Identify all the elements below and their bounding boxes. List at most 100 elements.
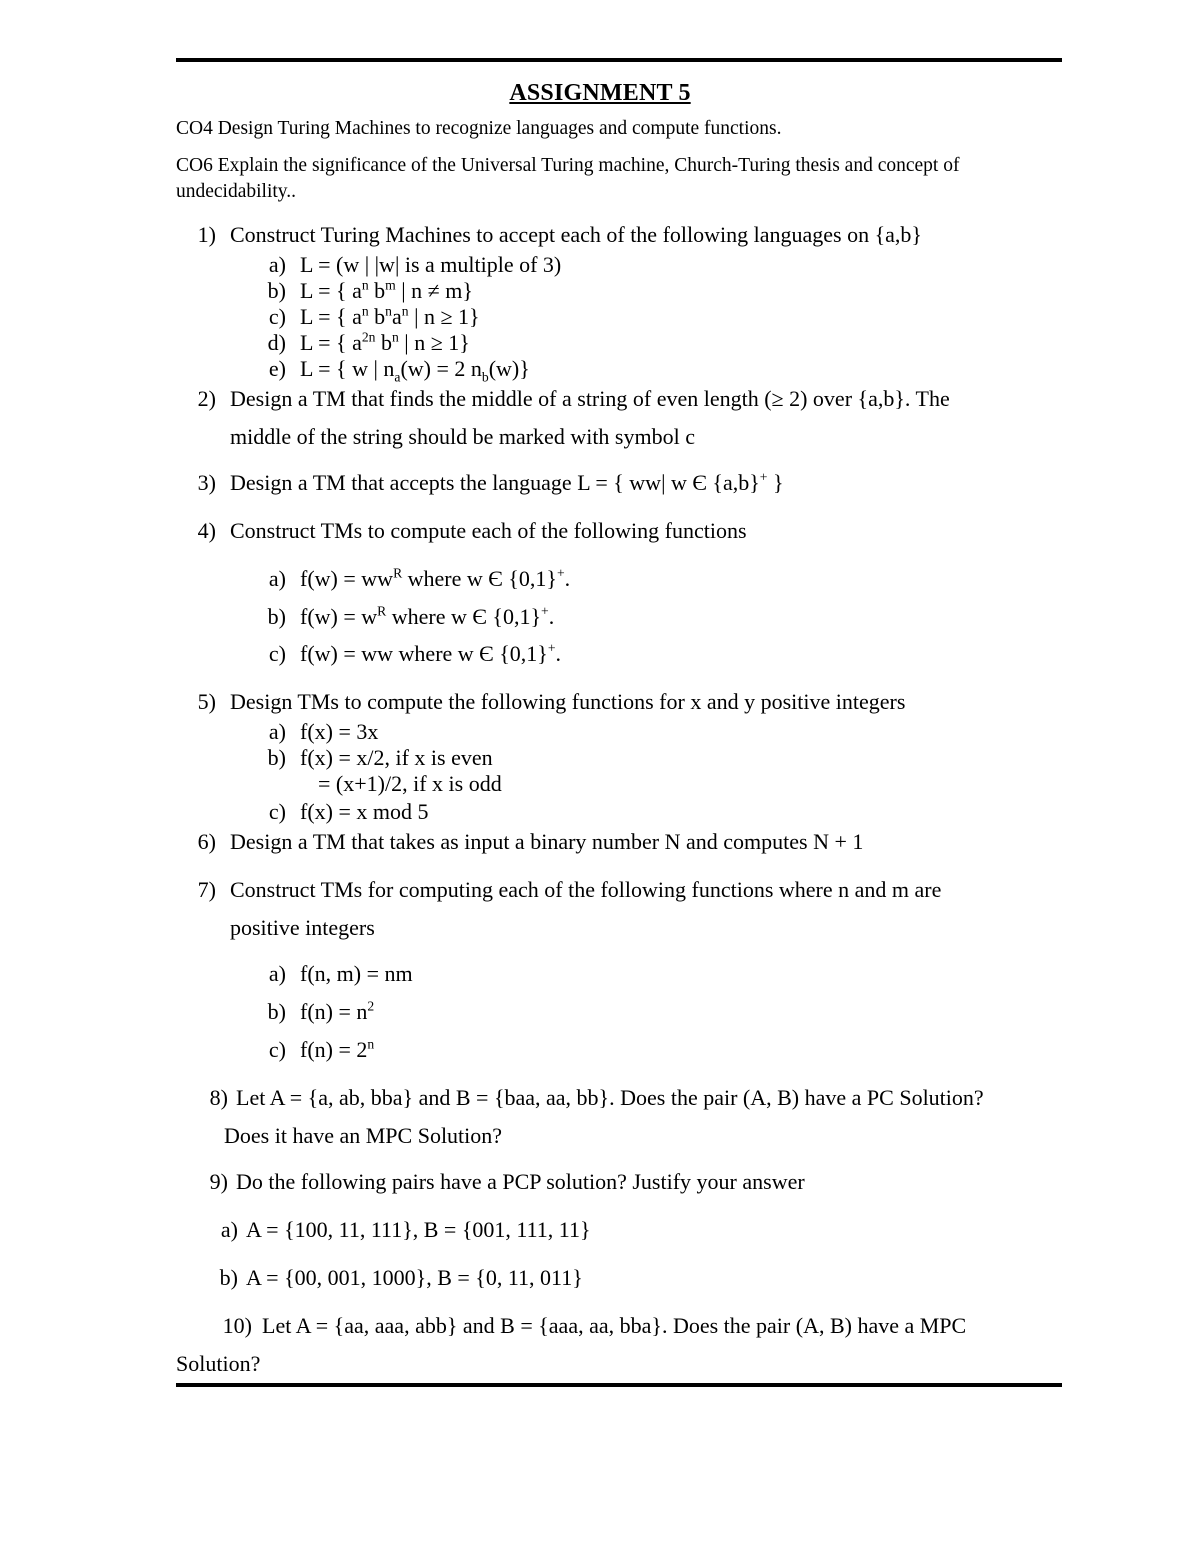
- question-7c-marker: c): [268, 1037, 286, 1063]
- question-1-marker: 1): [197, 222, 216, 247]
- question-5b-marker: b): [267, 745, 286, 771]
- question-2-text-continued: middle of the string should be marked wi…: [230, 423, 695, 449]
- question-4-text: Construct TMs to compute each of the fol…: [230, 517, 747, 543]
- question-7b-text: f(n) = n2: [300, 998, 375, 1025]
- question-1-text: Construct Turing Machines to accept each…: [230, 222, 922, 247]
- question-9-marker: 9): [209, 1168, 228, 1194]
- question-10-marker: 10): [222, 1312, 252, 1338]
- question-4-marker: 4): [197, 517, 216, 543]
- question-1b-marker: b): [267, 277, 286, 303]
- question-4b-text: f(w) = wR where w Є {0,1}+.: [300, 603, 555, 629]
- question-1c-marker: c): [268, 303, 286, 329]
- question-7b-marker: b): [267, 999, 286, 1025]
- questions-list: 1) Construct Turing Machines to accept e…: [176, 222, 1076, 1375]
- question-9b: b) A = {00, 001, 1000}, B = {0, 11, 011}: [176, 1265, 1076, 1291]
- question-5: 5) Design TMs to compute the following f…: [176, 689, 1076, 825]
- question-1a-text: L = (w | |w| is a multiple of 3): [300, 251, 562, 277]
- question-9b-marker: b): [219, 1264, 238, 1290]
- question-4c: c) f(w) = ww where w Є {0,1}+.: [176, 641, 1076, 667]
- question-1c: c) L = { an bnan | n ≥ 1}: [176, 304, 1076, 330]
- question-7-text: Construct TMs for computing each of the …: [230, 877, 942, 903]
- question-3-marker: 3): [197, 469, 216, 495]
- question-6: 6) Design a TM that takes as input a bin…: [176, 829, 1076, 855]
- footer-divider-rule: [176, 1383, 1062, 1387]
- question-6-marker: 6): [197, 829, 216, 855]
- question-1b-text: L = { an bm | n ≠ m}: [300, 277, 473, 303]
- question-4b: b) f(w) = wR where w Є {0,1}+.: [176, 604, 1076, 630]
- question-7c-text: f(n) = 2n: [300, 1036, 375, 1063]
- question-7-marker: 7): [197, 877, 216, 903]
- page-title: ASSIGNMENT 5: [509, 80, 691, 106]
- question-4a: a) f(w) = wwR where w Є {0,1}+.: [176, 566, 1076, 592]
- question-5-text: Design TMs to compute the following func…: [230, 689, 906, 715]
- question-8-text-continued: Does it have an MPC Solution?: [224, 1122, 503, 1148]
- question-5b: b) f(x) = x/2, if x is even: [176, 745, 1076, 771]
- question-2-text: Design a TM that finds the middle of a s…: [230, 385, 950, 411]
- question-5b-text: f(x) = x/2, if x is even: [300, 745, 493, 771]
- question-5-marker: 5): [197, 689, 216, 715]
- course-outcome-co6: CO6 Explain the significance of the Univ…: [176, 155, 960, 203]
- question-9a-text: A = {100, 11, 111}, B = {001, 111, 11}: [246, 1216, 591, 1242]
- sup-R: R: [393, 565, 403, 581]
- sup-plus: +: [547, 641, 556, 657]
- question-3: 3) Design a TM that accepts the language…: [176, 470, 1076, 496]
- question-1d: d) L = { a2n bn | n ≥ 1}: [176, 330, 1076, 356]
- question-9a-marker: a): [220, 1216, 238, 1242]
- question-6-text: Design a TM that takes as input a binary…: [230, 829, 864, 855]
- question-7a: a) f(n, m) = nm: [176, 961, 1076, 987]
- question-1e: e) L = { w | na(w) = 2 nb(w)}: [176, 355, 1076, 385]
- question-5c-marker: c): [268, 799, 286, 825]
- question-9-text: Do the following pairs have a PCP soluti…: [236, 1168, 805, 1194]
- sup-plus: +: [556, 565, 565, 581]
- question-1d-marker: d): [267, 329, 286, 355]
- question-7c: c) f(n) = 2n: [176, 1037, 1076, 1063]
- question-8-text: Let A = {a, ab, bba} and B = {baa, aa, b…: [236, 1085, 984, 1111]
- question-7-text-continued: positive integers: [230, 915, 375, 941]
- question-4a-text: f(w) = wwR where w Є {0,1}+.: [300, 565, 571, 591]
- sup-2: 2: [367, 998, 375, 1014]
- question-5b-text-continued: = (x+1)/2, if x is odd: [318, 771, 502, 797]
- sup-n: n: [367, 1036, 375, 1052]
- question-9a: a) A = {100, 11, 111}, B = {001, 111, 11…: [176, 1217, 1076, 1243]
- question-2-marker: 2): [197, 385, 216, 411]
- sup-n: n: [391, 329, 399, 345]
- question-4b-marker: b): [267, 603, 286, 629]
- sup-2n: 2n: [361, 329, 376, 345]
- question-5a-marker: a): [268, 719, 286, 745]
- question-10-text-continued: Solution?: [176, 1350, 261, 1376]
- question-5a: a) f(x) = 3x: [176, 719, 1076, 745]
- question-1e-text: L = { w | na(w) = 2 nb(w)}: [300, 355, 530, 385]
- sup-n: n: [361, 303, 369, 319]
- course-outcome-co4: CO4 Design Turing Machines to recognize …: [176, 118, 782, 139]
- sup-R: R: [377, 603, 387, 619]
- question-1: 1) Construct Turing Machines to accept e…: [176, 222, 1076, 385]
- question-10-text: Let A = {aa, aaa, abb} and B = {aaa, aa,…: [262, 1312, 967, 1338]
- question-8: 8) Let A = {a, ab, bba} and B = {baa, aa…: [176, 1085, 1076, 1147]
- header-divider-rule: [176, 58, 1062, 62]
- sup-n: n: [385, 303, 392, 319]
- question-4a-marker: a): [268, 565, 286, 591]
- question-7b: b) f(n) = n2: [176, 999, 1076, 1025]
- sup-n: n: [401, 303, 409, 319]
- question-5c: c) f(x) = x mod 5: [176, 799, 1076, 825]
- question-2: 2) Design a TM that finds the middle of …: [176, 386, 1076, 448]
- sup-n: n: [361, 277, 369, 293]
- question-3-text: Design a TM that accepts the language L …: [230, 469, 784, 495]
- question-1e-marker: e): [268, 355, 286, 381]
- question-8-marker: 8): [209, 1085, 228, 1111]
- question-4: 4) Construct TMs to compute each of the …: [176, 518, 1076, 668]
- question-4c-text: f(w) = ww where w Є {0,1}+.: [300, 641, 562, 667]
- question-5c-text: f(x) = x mod 5: [300, 799, 429, 825]
- sup-plus: +: [541, 603, 549, 619]
- question-4c-marker: c): [268, 641, 286, 667]
- question-1d-text: L = { a2n bn | n ≥ 1}: [300, 329, 470, 355]
- question-7a-text: f(n, m) = nm: [300, 961, 413, 987]
- question-9: 9) Do the following pairs have a PCP sol…: [176, 1169, 1076, 1291]
- question-10: 10) Let A = {aa, aaa, abb} and B = {aaa,…: [176, 1313, 1076, 1375]
- question-5a-text: f(x) = 3x: [300, 719, 379, 745]
- sup-m: m: [385, 277, 396, 293]
- assignment-document-page: ASSIGNMENT 5 CO4 Design Turing Machines …: [0, 0, 1200, 1553]
- question-7a-marker: a): [268, 961, 286, 987]
- question-1b: b) L = { an bm | n ≠ m}: [176, 278, 1076, 304]
- question-1a: a) L = (w | |w| is a multiple of 3): [176, 252, 1076, 278]
